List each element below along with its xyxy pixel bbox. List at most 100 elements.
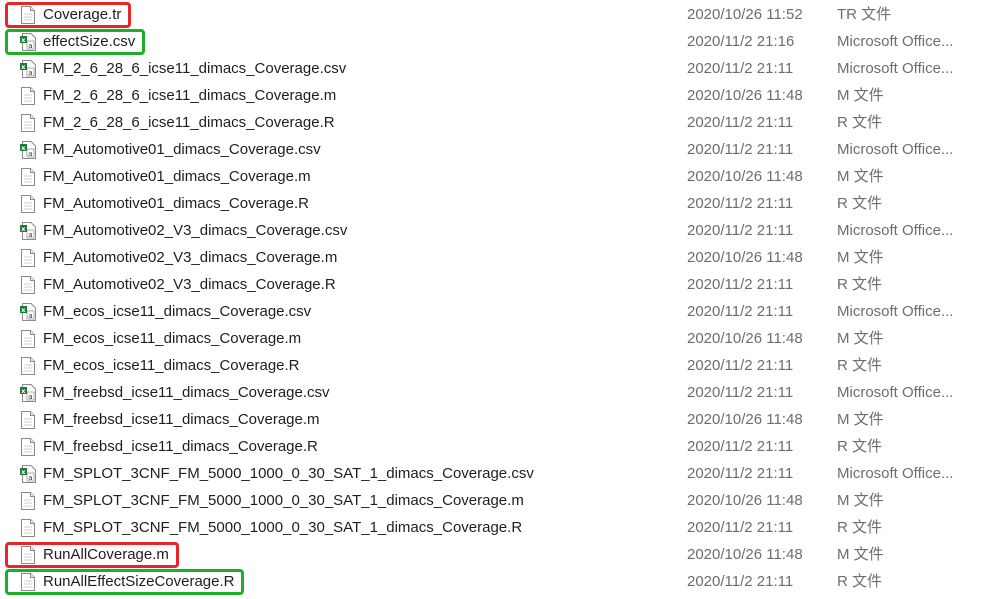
file-type: R 文件	[837, 357, 883, 374]
file-modified-date: 2020/11/2 21:16	[687, 33, 795, 50]
document-icon	[20, 546, 36, 564]
file-row[interactable]: FM_2_6_28_6_icse11_dimacs_Coverage.R 2020…	[0, 109, 989, 136]
document-icon	[20, 87, 36, 105]
file-type: R 文件	[837, 114, 883, 131]
file-type: M 文件	[837, 411, 884, 428]
file-name[interactable]: Coverage.tr	[43, 1, 121, 28]
file-modified-date: 2020/10/26 11:48	[687, 411, 803, 428]
file-type: M 文件	[837, 249, 884, 266]
svg-text:a: a	[28, 231, 32, 239]
file-name[interactable]: FM_SPLOT_3CNF_FM_5000_1000_0_30_SAT_1_di…	[43, 487, 524, 514]
file-row[interactable]: RunAllCoverage.m 2020/10/26 11:48 M 文件	[0, 541, 989, 568]
file-row[interactable]: a x FM_SPLOT_3CNF_FM_5000_1000_0_30_SAT_1_…	[0, 460, 989, 487]
file-modified-date: 2020/10/26 11:48	[687, 249, 803, 266]
file-name[interactable]: FM_2_6_28_6_icse11_dimacs_Coverage.csv	[43, 55, 346, 82]
file-name[interactable]: FM_Automotive02_V3_dimacs_Coverage.R	[43, 271, 336, 298]
document-icon	[20, 168, 36, 186]
file-modified-date: 2020/10/26 11:48	[687, 168, 803, 185]
file-name[interactable]: effectSize.csv	[43, 28, 135, 55]
file-name[interactable]: FM_freebsd_icse11_dimacs_Coverage.csv	[43, 379, 330, 406]
file-name[interactable]: FM_2_6_28_6_icse11_dimacs_Coverage.R	[43, 109, 335, 136]
file-name[interactable]: FM_SPLOT_3CNF_FM_5000_1000_0_30_SAT_1_di…	[43, 460, 534, 487]
file-type: R 文件	[837, 276, 883, 293]
svg-text:a: a	[28, 393, 32, 401]
file-type: Microsoft Office...	[837, 222, 954, 239]
file-name[interactable]: FM_Automotive01_dimacs_Coverage.csv	[43, 136, 321, 163]
file-type: Microsoft Office...	[837, 141, 954, 158]
svg-text:a: a	[28, 150, 32, 158]
csv-excel-icon: ax	[20, 141, 36, 159]
file-row[interactable]: FM_SPLOT_3CNF_FM_5000_1000_0_30_SAT_1_di…	[0, 514, 989, 541]
file-type: M 文件	[837, 330, 884, 347]
csv-excel-icon: ax	[20, 303, 36, 321]
file-modified-date: 2020/11/2 21:11	[687, 141, 794, 158]
file-type: Microsoft Office...	[837, 303, 954, 320]
file-row[interactable]: a x FM_ecos_icse11_dimacs_Coverage.csv 2020…	[0, 298, 989, 325]
csv-excel-icon: ax	[20, 33, 36, 51]
file-name[interactable]: FM_SPLOT_3CNF_FM_5000_1000_0_30_SAT_1_di…	[43, 514, 522, 541]
file-modified-date: 2020/11/2 21:11	[687, 384, 794, 401]
file-type: M 文件	[837, 87, 884, 104]
file-type: Microsoft Office...	[837, 33, 954, 50]
file-name[interactable]: FM_ecos_icse11_dimacs_Coverage.R	[43, 352, 300, 379]
file-modified-date: 2020/11/2 21:11	[687, 60, 794, 77]
file-type: R 文件	[837, 195, 883, 212]
document-icon	[20, 438, 36, 456]
file-type: M 文件	[837, 168, 884, 185]
file-name[interactable]: RunAllCoverage.m	[43, 541, 169, 568]
document-icon	[20, 519, 36, 537]
file-type: TR 文件	[837, 6, 892, 23]
csv-excel-icon: ax	[20, 465, 36, 483]
svg-text:a: a	[28, 42, 32, 50]
file-row[interactable]: FM_Automotive02_V3_dimacs_Coverage.R 2020…	[0, 271, 989, 298]
file-row[interactable]: FM_ecos_icse11_dimacs_Coverage.m 2020/10/…	[0, 325, 989, 352]
file-row[interactable]: a x FM_freebsd_icse11_dimacs_Coverage.csv 2…	[0, 379, 989, 406]
file-modified-date: 2020/11/2 21:11	[687, 357, 794, 374]
document-icon	[20, 249, 36, 267]
file-type: R 文件	[837, 438, 883, 455]
file-row[interactable]: FM_SPLOT_3CNF_FM_5000_1000_0_30_SAT_1_di…	[0, 487, 989, 514]
file-name[interactable]: RunAllEffectSizeCoverage.R	[43, 568, 234, 595]
file-name[interactable]: FM_Automotive01_dimacs_Coverage.R	[43, 190, 309, 217]
document-icon	[20, 330, 36, 348]
file-row[interactable]: a x effectSize.csv 2020/11/2 21:16 Microsoft…	[0, 28, 989, 55]
file-name[interactable]: FM_ecos_icse11_dimacs_Coverage.csv	[43, 298, 311, 325]
file-row[interactable]: FM_Automotive01_dimacs_Coverage.R 2020/11…	[0, 190, 989, 217]
file-row[interactable]: FM_freebsd_icse11_dimacs_Coverage.R 2020/…	[0, 433, 989, 460]
file-name[interactable]: FM_ecos_icse11_dimacs_Coverage.m	[43, 325, 301, 352]
file-row[interactable]: a x FM_Automotive01_dimacs_Coverage.csv 202…	[0, 136, 989, 163]
svg-text:a: a	[28, 69, 32, 77]
document-icon	[20, 195, 36, 213]
csv-excel-icon: ax	[20, 60, 36, 78]
file-type: Microsoft Office...	[837, 384, 954, 401]
file-name[interactable]: FM_2_6_28_6_icse11_dimacs_Coverage.m	[43, 82, 336, 109]
file-row[interactable]: a x FM_2_6_28_6_icse11_dimacs_Coverage.csv…	[0, 55, 989, 82]
file-name[interactable]: FM_Automotive01_dimacs_Coverage.m	[43, 163, 311, 190]
file-row[interactable]: FM_Automotive01_dimacs_Coverage.m 2020/10…	[0, 163, 989, 190]
document-icon	[20, 492, 36, 510]
document-icon	[20, 6, 36, 24]
file-type: Microsoft Office...	[837, 60, 954, 77]
svg-text:a: a	[28, 312, 32, 320]
file-name[interactable]: FM_Automotive02_V3_dimacs_Coverage.csv	[43, 217, 347, 244]
file-modified-date: 2020/11/2 21:11	[687, 438, 794, 455]
file-name[interactable]: FM_freebsd_icse11_dimacs_Coverage.R	[43, 433, 318, 460]
svg-text:a: a	[28, 474, 32, 482]
document-icon	[20, 357, 36, 375]
file-modified-date: 2020/10/26 11:52	[687, 6, 803, 23]
file-row[interactable]: a x FM_Automotive02_V3_dimacs_Coverage.csv…	[0, 217, 989, 244]
document-icon	[20, 411, 36, 429]
file-name[interactable]: FM_Automotive02_V3_dimacs_Coverage.m	[43, 244, 337, 271]
file-row[interactable]: RunAllEffectSizeCoverage.R 2020/11/2 21:1…	[0, 568, 989, 595]
file-row[interactable]: Coverage.tr 2020/10/26 11:52 TR 文件	[0, 1, 989, 28]
file-name[interactable]: FM_freebsd_icse11_dimacs_Coverage.m	[43, 406, 320, 433]
file-type: R 文件	[837, 573, 883, 590]
file-row[interactable]: FM_freebsd_icse11_dimacs_Coverage.m 2020/…	[0, 406, 989, 433]
document-icon	[20, 573, 36, 591]
file-row[interactable]: FM_2_6_28_6_icse11_dimacs_Coverage.m 2020…	[0, 82, 989, 109]
file-row[interactable]: FM_Automotive02_V3_dimacs_Coverage.m 2020…	[0, 244, 989, 271]
file-row[interactable]: FM_ecos_icse11_dimacs_Coverage.R 2020/11/…	[0, 352, 989, 379]
file-modified-date: 2020/11/2 21:11	[687, 114, 794, 131]
document-icon	[20, 114, 36, 132]
file-type: M 文件	[837, 546, 884, 563]
